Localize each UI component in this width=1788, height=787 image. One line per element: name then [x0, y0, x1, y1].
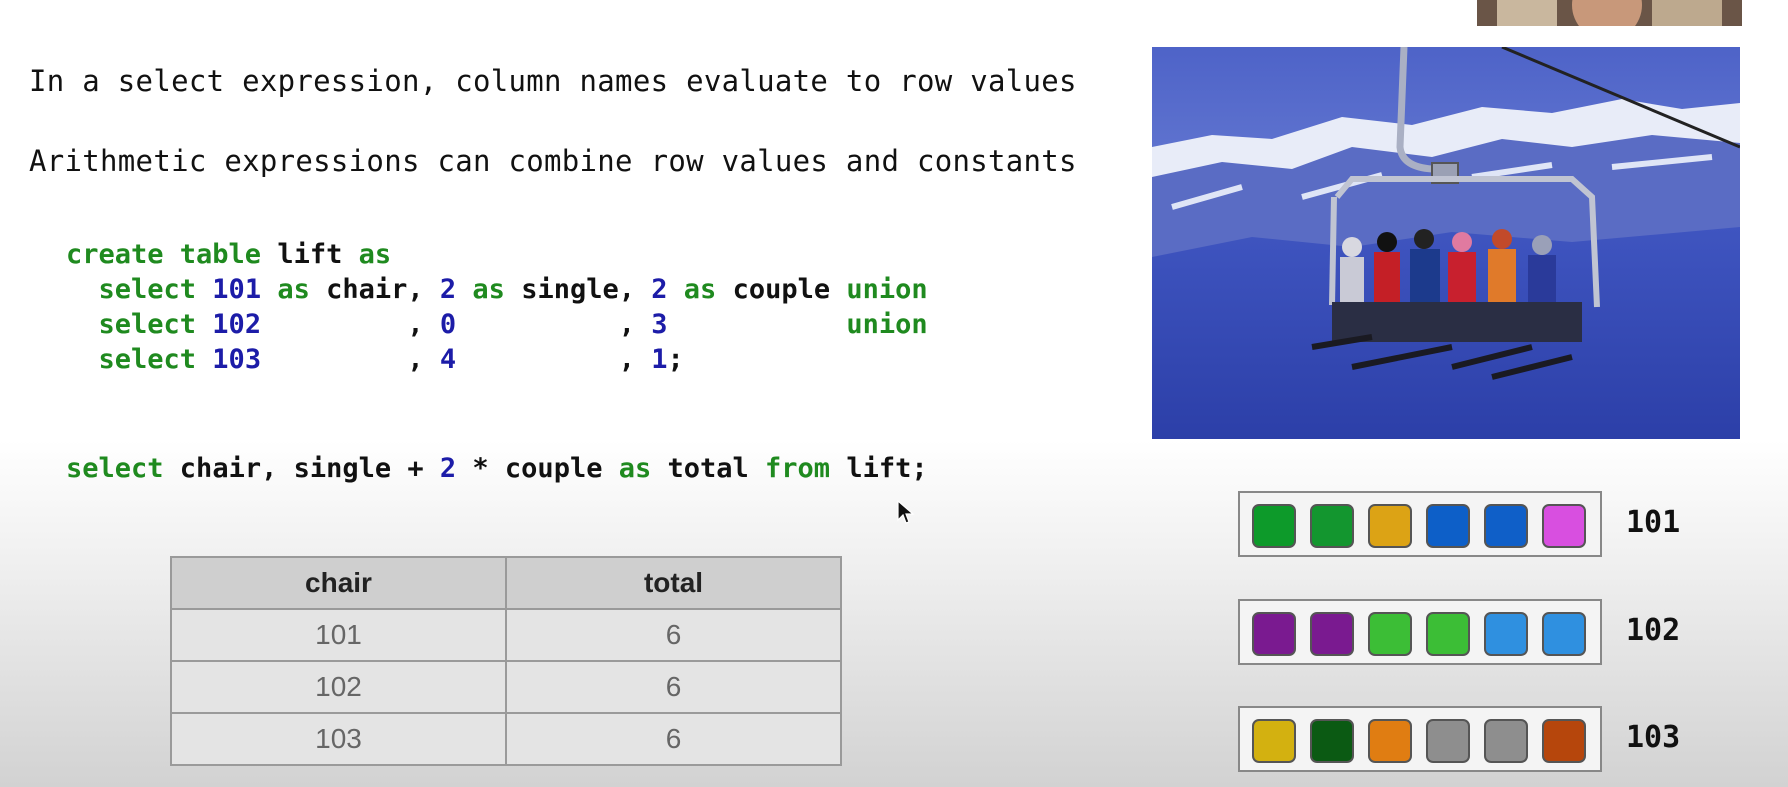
seat-square [1542, 612, 1586, 656]
webcam-background-right [1652, 0, 1722, 26]
table-cell-total: 6 [505, 660, 842, 714]
code-number: 2 [651, 274, 668, 305]
code-keyword: as [456, 274, 505, 305]
code-identifier: chair, [309, 274, 440, 305]
seat-square [1426, 612, 1470, 656]
code-keyword: from [765, 453, 831, 484]
code-identifier: single, [504, 274, 652, 305]
code-number: 1 [651, 344, 668, 375]
seat-square [1310, 612, 1354, 656]
code-keyword: select [66, 274, 197, 305]
seat-square [1310, 719, 1354, 763]
code-spacing [668, 309, 847, 340]
seat-square [1368, 612, 1412, 656]
webcam-thumbnail [1477, 0, 1742, 26]
chair-label: 103 [1626, 720, 1681, 755]
code-punctuation: ; [667, 344, 684, 375]
presenter-face [1572, 0, 1642, 26]
seat-square [1252, 612, 1296, 656]
seat-square [1426, 504, 1470, 548]
code-select-101: select 101 as chair, 2 as single, 2 as c… [66, 272, 928, 307]
bullet-arithmetic: Arithmetic expressions can combine row v… [29, 144, 1077, 178]
table-cell-chair: 102 [170, 660, 507, 714]
seat-square [1368, 719, 1412, 763]
table-row: 102 6 [170, 660, 842, 714]
column-header-total: total [505, 556, 842, 610]
code-identifier: * couple [456, 453, 619, 484]
ski-lift-photo [1152, 47, 1740, 439]
code-number: 4 [439, 344, 457, 375]
code-number: 101 [196, 274, 262, 305]
webcam-background [1497, 0, 1557, 26]
code-keyword: select [66, 309, 197, 340]
seat-square [1252, 504, 1296, 548]
seat-square [1542, 504, 1586, 548]
chair-101-seats [1238, 491, 1602, 557]
seat-square [1484, 719, 1528, 763]
table-header-row: chair total [170, 556, 842, 610]
table-cell-total: 6 [505, 712, 842, 766]
seat-square [1310, 504, 1354, 548]
table-row: 103 6 [170, 712, 842, 766]
code-keyword: as [358, 239, 392, 270]
ski-lift-illustration [1152, 47, 1740, 439]
seat-square [1484, 504, 1528, 548]
code-keyword: select [66, 344, 197, 375]
code-keyword: as [618, 453, 652, 484]
code-number: 2 [439, 274, 457, 305]
code-keyword: create table [66, 239, 262, 270]
bullet-column-names: In a select expression, column names eva… [29, 64, 1077, 98]
code-punctuation: , [456, 309, 652, 340]
code-number: 103 [196, 344, 262, 375]
code-select-103: select 103 , 4 , 1; [66, 342, 684, 377]
code-keyword: as [261, 274, 310, 305]
table-cell-chair: 101 [170, 608, 507, 662]
code-number: 102 [196, 309, 262, 340]
result-table: chair total 101 6 102 6 103 6 [170, 556, 842, 766]
code-select-total: select chair, single + 2 * couple as tot… [66, 451, 928, 486]
code-identifier: lift; [830, 453, 928, 484]
seat-square [1542, 719, 1586, 763]
table-row: 101 6 [170, 608, 842, 662]
code-identifier: couple [716, 274, 847, 305]
chair-103-seats [1238, 706, 1602, 772]
code-number: 3 [651, 309, 668, 340]
code-identifier: lift [261, 239, 359, 270]
seat-square [1426, 719, 1470, 763]
seat-square [1484, 612, 1528, 656]
code-punctuation: , [261, 309, 440, 340]
code-identifier: total [651, 453, 766, 484]
code-keyword: union [846, 274, 928, 305]
chair-label: 102 [1626, 613, 1681, 648]
code-select-102: select 102 , 0 , 3 union [66, 307, 928, 342]
mouse-pointer-icon [897, 500, 915, 524]
code-number: 2 [439, 453, 457, 484]
seat-square [1252, 719, 1296, 763]
code-identifier: chair, single + [163, 453, 440, 484]
code-keyword: select [66, 453, 164, 484]
chair-label: 101 [1626, 505, 1681, 540]
column-header-chair: chair [170, 556, 507, 610]
code-create-table: create table lift as [66, 237, 391, 272]
code-keyword: union [846, 309, 928, 340]
code-keyword: as [667, 274, 717, 305]
code-number: 0 [439, 309, 457, 340]
seat-square [1368, 504, 1412, 548]
chair-102-seats [1238, 599, 1602, 665]
code-punctuation: , [456, 344, 652, 375]
code-punctuation: , [261, 344, 440, 375]
table-cell-chair: 103 [170, 712, 507, 766]
table-cell-total: 6 [505, 608, 842, 662]
